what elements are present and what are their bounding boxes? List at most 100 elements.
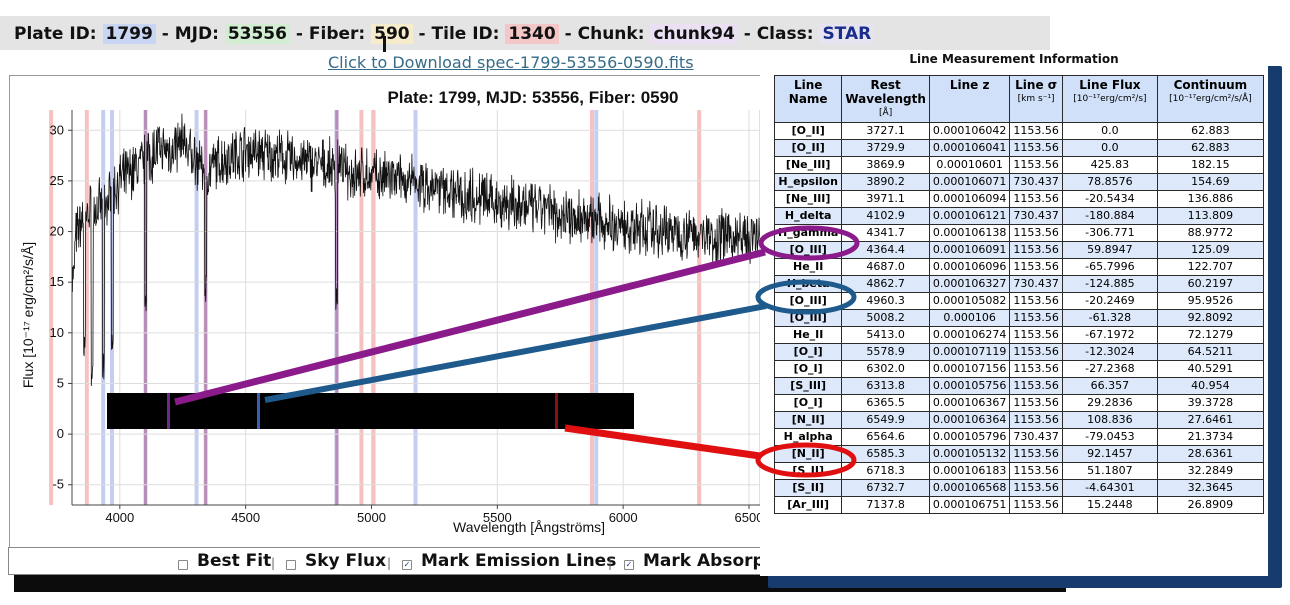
cell-line-flux: -180.884 xyxy=(1061,207,1158,225)
cell-continuum: 26.8909 xyxy=(1156,496,1264,514)
alpha-marker-stripe xyxy=(555,393,558,429)
cell-line-name: [S_III] xyxy=(773,377,843,395)
separator: - xyxy=(564,24,572,44)
cell-rest-wavelength: 6549.9 xyxy=(841,411,930,429)
cell-line-sigma: 1153.56 xyxy=(1009,394,1063,412)
table-row: [O_III] 5008.2 0.000106 1153.56 -61.328 92.80… xyxy=(773,309,1264,327)
separator: - xyxy=(295,24,303,44)
y-tick-label: 15 xyxy=(50,274,64,289)
table-row: [O_II] 3727.1 0.000106042 1153.56 0.0 62.883 xyxy=(773,122,1264,140)
x-tick-label: 4500 xyxy=(231,510,260,525)
mark-emission-checkbox[interactable]: ✓ xyxy=(402,560,412,570)
col-line-sigma: Line σ [km s⁻¹] xyxy=(1009,75,1063,123)
best-fit-checkbox[interactable] xyxy=(178,560,188,570)
fiber-label: Fiber: xyxy=(308,24,366,44)
text-cursor xyxy=(383,36,386,52)
cell-line-name: [Ne_III] xyxy=(773,156,843,174)
cell-rest-wavelength: 6564.6 xyxy=(841,428,930,446)
table-row: H_delta 4102.9 0.000106121 730.437 -180.884 1… xyxy=(773,207,1264,225)
y-tick-label: -5 xyxy=(52,477,64,492)
cell-line-sigma: 1153.56 xyxy=(1009,360,1063,378)
emission-line-marker xyxy=(697,110,702,505)
cell-line-z: 0.000105132 xyxy=(928,445,1011,463)
download-fits-link[interactable]: Click to Download spec-1799-53556-0590.f… xyxy=(328,53,694,72)
cell-line-flux: -61.328 xyxy=(1061,309,1158,327)
cell-continuum: 21.3734 xyxy=(1156,428,1264,446)
best-fit-label: Best Fit xyxy=(197,551,272,571)
table-body: [O_II] 3727.1 0.000106042 1153.56 0.0 62.883[… xyxy=(773,122,1264,514)
cell-rest-wavelength: 6718.3 xyxy=(841,462,930,480)
cell-line-z: 0.000106096 xyxy=(928,258,1011,276)
cell-line-sigma: 730.437 xyxy=(1009,428,1063,446)
cell-line-z: 0.000106183 xyxy=(928,462,1011,480)
separator: - xyxy=(418,24,426,44)
cell-line-name: [O_III] xyxy=(773,241,843,259)
panel-title: Line Measurement Information xyxy=(909,52,1119,66)
col-rest-wavelength: Rest Wavelength [Å] xyxy=(841,75,930,123)
cell-line-z: 0.000106751 xyxy=(928,496,1011,514)
table-row: [Ar_III] 7137.8 0.000106751 1153.56 15.2448 2… xyxy=(773,496,1264,514)
cell-rest-wavelength: 3729.9 xyxy=(841,139,930,157)
cell-line-sigma: 1153.56 xyxy=(1009,343,1063,361)
line-measurement-panel: Line Measurement Information Line Name R… xyxy=(760,52,1268,576)
cell-line-flux: 92.1457 xyxy=(1061,445,1158,463)
cell-line-name: [O_II] xyxy=(773,139,843,157)
cell-line-name: H_gamma xyxy=(773,224,843,242)
cell-line-z: 0.000106094 xyxy=(928,190,1011,208)
cell-continuum: 60.2197 xyxy=(1156,275,1264,293)
cell-line-z: 0.000105082 xyxy=(928,292,1011,310)
cell-line-flux: -67.1972 xyxy=(1061,326,1158,344)
cell-continuum: 122.707 xyxy=(1156,258,1264,276)
cell-rest-wavelength: 5578.9 xyxy=(841,343,930,361)
cell-line-sigma: 1153.56 xyxy=(1009,139,1063,157)
table-row: H_epsilon 3890.2 0.000106071 730.437 78.8576… xyxy=(773,173,1264,191)
cell-line-sigma: 1153.56 xyxy=(1009,496,1063,514)
table-row: [O_III] 4960.3 0.000105082 1153.56 -20.2469 9… xyxy=(773,292,1264,310)
col-line-flux: Line Flux [10⁻¹⁷erg/cm²/s] xyxy=(1061,75,1158,123)
table-row: [O_I] 6302.0 0.000107156 1153.56 -27.2368 40.… xyxy=(773,360,1264,378)
sky-flux-checkbox[interactable] xyxy=(286,560,296,570)
chunk-label: Chunk: xyxy=(577,24,645,44)
y-tick-label: 20 xyxy=(50,224,64,239)
cell-rest-wavelength: 6365.5 xyxy=(841,394,930,412)
cell-continuum: 125.09 xyxy=(1156,241,1264,259)
cell-rest-wavelength: 4102.9 xyxy=(841,207,930,225)
cell-line-flux: -65.7996 xyxy=(1061,258,1158,276)
cell-rest-wavelength: 5413.0 xyxy=(841,326,930,344)
class-label: Class: xyxy=(756,24,814,44)
cell-rest-wavelength: 5008.2 xyxy=(841,309,930,327)
table-row: [O_III] 4364.4 0.000106091 1153.56 59.8947 12… xyxy=(773,241,1264,259)
cell-continuum: 113.809 xyxy=(1156,207,1264,225)
cell-line-flux: -20.2469 xyxy=(1061,292,1158,310)
cell-line-name: H_beta xyxy=(773,275,843,293)
cell-line-flux: -4.64301 xyxy=(1061,479,1158,497)
cell-rest-wavelength: 6313.8 xyxy=(841,377,930,395)
cell-line-sigma: 730.437 xyxy=(1009,275,1063,293)
cell-line-flux: -79.0453 xyxy=(1061,428,1158,446)
cell-line-flux: 66.357 xyxy=(1061,377,1158,395)
cell-rest-wavelength: 3971.1 xyxy=(841,190,930,208)
y-axis-label: Flux [10⁻¹⁷ erg/cm²/s/Å] xyxy=(20,242,36,388)
cell-line-name: [O_II] xyxy=(773,122,843,140)
cell-continuum: 27.6461 xyxy=(1156,411,1264,429)
x-axis-label: Wavelength [Ångströms] xyxy=(453,519,605,535)
cell-continuum: 62.883 xyxy=(1156,122,1264,140)
cell-line-sigma: 1153.56 xyxy=(1009,292,1063,310)
x-tick-label: 6000 xyxy=(609,510,638,525)
cell-rest-wavelength: 3890.2 xyxy=(841,173,930,191)
mark-absorption-checkbox[interactable]: ✓ xyxy=(624,560,634,570)
cell-line-z: 0.000106 xyxy=(928,309,1011,327)
cell-line-name: [Ar_III] xyxy=(773,496,843,514)
cell-line-flux: -27.2368 xyxy=(1061,360,1158,378)
table-header-row: Line Name Rest Wavelength [Å] Line z Line… xyxy=(773,75,1264,123)
cell-rest-wavelength: 3727.1 xyxy=(841,122,930,140)
cell-line-flux: 59.8947 xyxy=(1061,241,1158,259)
gamma-marker-stripe xyxy=(167,393,170,429)
cell-continuum: 182.15 xyxy=(1156,156,1264,174)
cell-line-z: 0.000106091 xyxy=(928,241,1011,259)
cell-continuum: 95.9526 xyxy=(1156,292,1264,310)
cell-line-z: 0.000106274 xyxy=(928,326,1011,344)
cell-continuum: 154.69 xyxy=(1156,173,1264,191)
cell-line-flux: -306.771 xyxy=(1061,224,1158,242)
cell-line-name: [O_I] xyxy=(773,394,843,412)
